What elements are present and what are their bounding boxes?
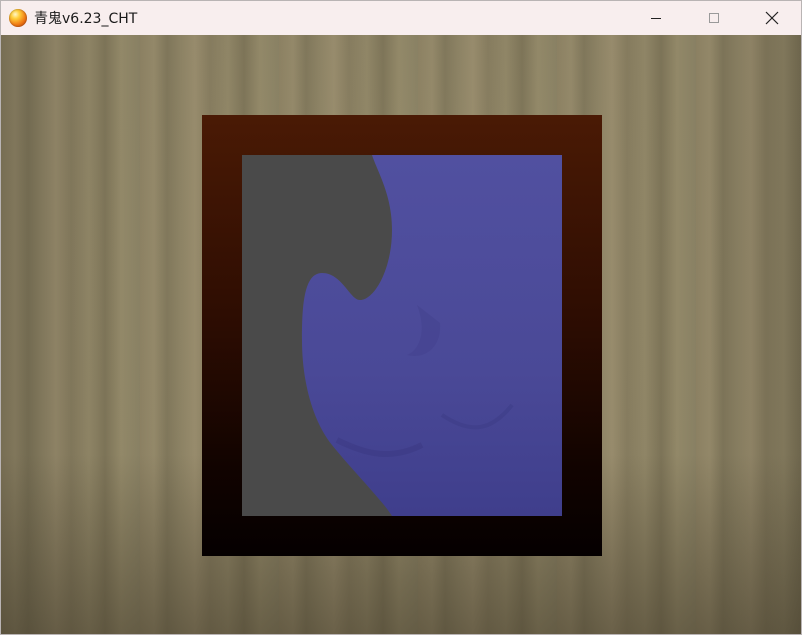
picture-frame[interactable] xyxy=(202,115,602,556)
maximize-icon xyxy=(709,13,719,23)
window-title: 青鬼v6.23_CHT xyxy=(34,11,138,27)
ao-oni-figure xyxy=(302,155,562,516)
maximize-button[interactable] xyxy=(685,1,743,35)
painting[interactable] xyxy=(242,155,562,516)
minimize-button[interactable] xyxy=(627,1,685,35)
game-viewport[interactable] xyxy=(1,35,801,634)
minimize-icon xyxy=(651,18,661,19)
close-button[interactable] xyxy=(743,1,801,35)
game-window: 青鬼v6.23_CHT xyxy=(0,0,802,635)
window-controls xyxy=(627,1,801,35)
title-bar[interactable]: 青鬼v6.23_CHT xyxy=(1,1,801,35)
close-icon xyxy=(765,11,779,25)
orb-icon xyxy=(9,9,27,27)
